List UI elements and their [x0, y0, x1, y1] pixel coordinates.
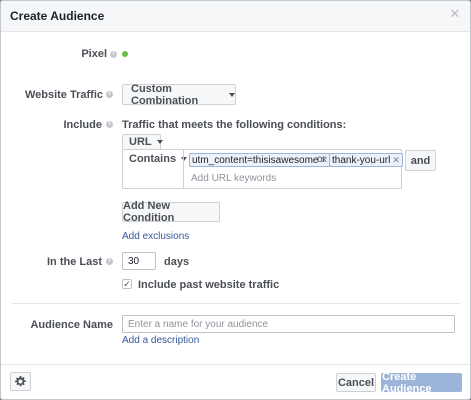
condition-divider: [183, 149, 184, 189]
chevron-down-icon: [181, 157, 188, 161]
cancel-button[interactable]: Cancel: [336, 373, 376, 392]
url-token-text: thank-you-url: [332, 155, 391, 166]
days-unit: days: [164, 256, 190, 268]
pixel-label: Pixel: [81, 48, 107, 60]
chevron-down-icon: [229, 92, 235, 97]
include-past-label: Include past website traffic: [138, 279, 280, 291]
website-traffic-label: Website Traffic: [24, 89, 103, 101]
url-token-text: utm_content=thisisawesome: [192, 155, 319, 166]
footer-divider: [1, 364, 470, 365]
add-exclusions-link[interactable]: Add exclusions: [122, 231, 189, 242]
url-token: thank-you-url ✕: [329, 153, 403, 167]
pixel-status-dot: [122, 51, 128, 57]
info-icon[interactable]: i: [106, 91, 113, 98]
and-button-label: and: [410, 154, 431, 167]
close-icon[interactable]: ✕: [449, 7, 461, 20]
add-description-link[interactable]: Add a description: [122, 335, 199, 346]
url-token: utm_content=thisisawesome ✕: [189, 153, 332, 167]
gear-icon: [15, 376, 26, 387]
days-input[interactable]: [122, 252, 156, 270]
token-joiner: or: [317, 154, 326, 165]
include-heading: Traffic that meets the following conditi…: [122, 119, 347, 131]
create-audience-button-label: Create Audience: [382, 370, 432, 395]
info-icon[interactable]: i: [110, 51, 117, 58]
include-label: Include: [63, 119, 102, 131]
operator-dropdown[interactable]: Contains: [122, 149, 188, 169]
dialog-header: Create Audience ✕: [1, 1, 470, 32]
settings-button[interactable]: [10, 372, 31, 391]
website-traffic-value: Custom Combination: [131, 82, 199, 107]
and-button[interactable]: and: [405, 150, 436, 171]
audience-name-label: Audience Name: [30, 319, 113, 331]
create-audience-dialog: Create Audience ✕ Pixel i Website Traffi…: [0, 0, 471, 400]
chevron-down-icon: [156, 140, 163, 144]
in-the-last-label: In the Last: [46, 256, 102, 268]
add-new-condition-label: Add New Condition: [123, 200, 175, 224]
audience-name-input[interactable]: [122, 315, 455, 333]
rule-field-dropdown[interactable]: URL: [122, 134, 163, 150]
include-past-checkbox[interactable]: ✓: [122, 279, 132, 289]
remove-token-icon[interactable]: ✕: [392, 155, 400, 165]
info-icon[interactable]: i: [106, 258, 113, 265]
rule-field-value: URL: [129, 136, 152, 148]
cancel-button-label: Cancel: [337, 376, 375, 389]
info-icon[interactable]: i: [106, 121, 113, 128]
section-divider: [12, 303, 460, 304]
website-traffic-dropdown[interactable]: Custom Combination: [122, 82, 236, 107]
dialog-title: Create Audience: [10, 9, 105, 23]
operator-value: Contains: [129, 153, 177, 165]
add-new-condition-button[interactable]: Add New Condition: [122, 200, 220, 224]
url-keywords-input[interactable]: [186, 171, 396, 186]
create-audience-button[interactable]: Create Audience: [381, 370, 462, 395]
